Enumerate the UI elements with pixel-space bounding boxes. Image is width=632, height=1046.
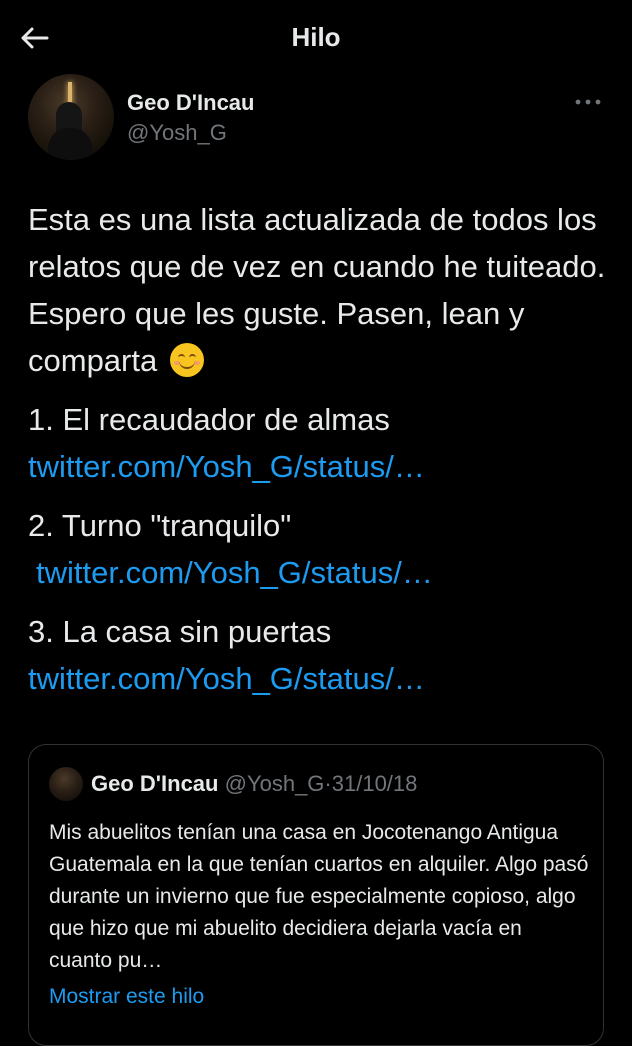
- quote-text: Mis abuelitos tenían una casa en Jocoten…: [49, 821, 589, 972]
- quote-date: 31/10/18: [331, 771, 418, 796]
- tweet-intro: Esta es una lista actualizada de todos l…: [28, 196, 608, 384]
- tweet-intro-text: Esta es una lista actualizada de todos l…: [28, 202, 606, 378]
- quoted-tweet[interactable]: Geo D'Incau @Yosh_G·31/10/18 Mis abuelit…: [28, 744, 604, 1046]
- quote-header: Geo D'Incau @Yosh_G·31/10/18: [91, 771, 417, 797]
- page-title: Hilo: [291, 22, 341, 52]
- item-title: 1. El recaudador de almas: [28, 402, 390, 437]
- avatar[interactable]: [28, 74, 114, 160]
- list-item: 1. El recaudador de almas twitter.com/Yo…: [28, 396, 608, 490]
- author-name[interactable]: Geo D'Incau: [127, 90, 254, 116]
- smiling-face-icon: [169, 343, 204, 377]
- quote-author-handle: @Yosh_G: [224, 771, 325, 796]
- item-link[interactable]: twitter.com/Yosh_G/status/…: [28, 661, 425, 696]
- quote-separator: ·: [324, 771, 332, 796]
- tweet-text: Esta es una lista actualizada de todos l…: [28, 196, 608, 702]
- item-link[interactable]: twitter.com/Yosh_G/status/…: [28, 449, 425, 484]
- tweet-author: Geo D'Incau @Yosh_G: [28, 74, 618, 162]
- author-handle[interactable]: @Yosh_G: [127, 120, 227, 146]
- item-title: 2. Turno "tranquilo": [28, 508, 292, 543]
- quote-avatar: [49, 767, 83, 801]
- more-icon: [575, 99, 601, 105]
- item-title: 3. La casa sin puertas: [28, 614, 332, 649]
- quote-author-name: Geo D'Incau: [91, 771, 219, 796]
- more-options-button[interactable]: [570, 92, 606, 112]
- item-link[interactable]: twitter.com/Yosh_G/status/…: [36, 555, 433, 590]
- show-thread-link[interactable]: Mostrar este hilo: [49, 985, 204, 1009]
- list-item: 2. Turno "tranquilo" twitter.com/Yosh_G/…: [28, 502, 608, 596]
- list-item: 3. La casa sin puertas twitter.com/Yosh_…: [28, 608, 608, 702]
- top-bar: Hilo: [0, 0, 632, 76]
